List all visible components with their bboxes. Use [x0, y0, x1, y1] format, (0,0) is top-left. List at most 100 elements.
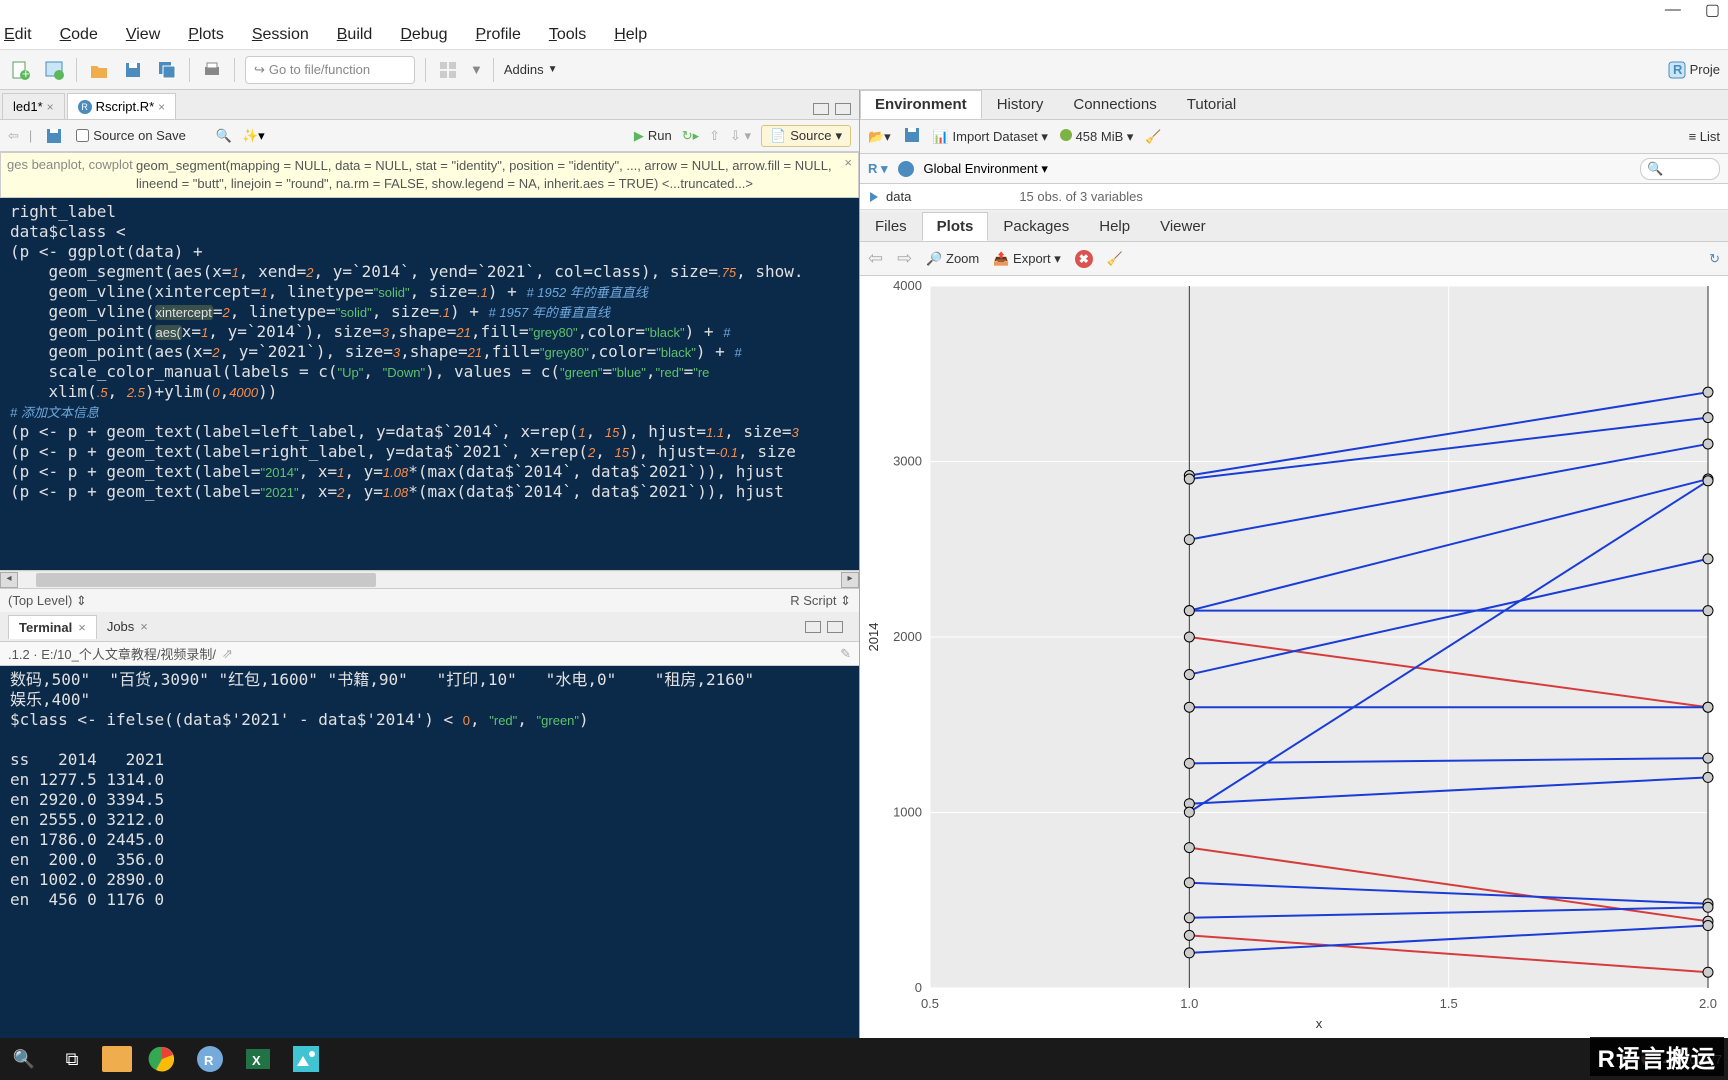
source-button[interactable]: 📄 Source ▾	[761, 125, 851, 147]
prev-plot-icon[interactable]: ⇦	[868, 248, 883, 269]
menu-debug[interactable]: Debug	[400, 26, 447, 44]
dropdown-icon[interactable]: ▼	[470, 62, 483, 77]
menu-tools[interactable]: Tools	[549, 26, 586, 44]
code-editor[interactable]: right_label data$class < (p <- ggplot(da…	[0, 198, 859, 570]
scroll-thumb[interactable]	[36, 573, 376, 587]
tab-history[interactable]: History	[982, 90, 1059, 119]
run-button[interactable]: ▶ Run	[634, 128, 672, 144]
refresh-icon[interactable]: ↻	[1709, 251, 1720, 267]
source-on-save-checkbox[interactable]: Source on Save	[76, 128, 186, 143]
expand-icon[interactable]	[870, 192, 878, 202]
minimize-button[interactable]: —	[1665, 1, 1681, 19]
menu-view[interactable]: View	[126, 26, 160, 44]
tab-jobs[interactable]: Jobs ×	[97, 615, 158, 638]
filetype-label[interactable]: R Script ⇕	[790, 593, 851, 609]
project-menu[interactable]: R Proje	[1668, 61, 1720, 79]
chrome-icon[interactable]	[144, 1041, 180, 1077]
load-icon[interactable]: 📂▾	[868, 129, 891, 145]
broom-icon[interactable]: 🧹	[1107, 251, 1123, 267]
open-icon[interactable]	[87, 58, 111, 82]
new-file-icon[interactable]: +	[8, 58, 32, 82]
photos-icon[interactable]	[288, 1041, 324, 1077]
forward-icon[interactable]: |	[29, 128, 32, 143]
rerun-icon[interactable]: ↻▸	[682, 128, 699, 144]
grid-icon[interactable]	[436, 58, 460, 82]
scroll-left-icon[interactable]: ◂	[0, 572, 18, 588]
next-plot-icon[interactable]: ⇨	[897, 248, 912, 269]
zoom-button[interactable]: 🔎 Zoom	[926, 251, 979, 267]
search-icon[interactable]: 🔍	[6, 1041, 42, 1077]
tab-help[interactable]: Help	[1084, 212, 1145, 241]
menu-session[interactable]: Session	[252, 26, 309, 44]
scope-label[interactable]: (Top Level) ⇕	[8, 593, 87, 609]
close-icon[interactable]: ×	[47, 100, 54, 114]
r-logo-icon[interactable]: R ▾	[868, 161, 888, 177]
back-icon[interactable]: ⇦	[8, 128, 19, 144]
broom-icon[interactable]: 🧹	[1145, 129, 1161, 145]
tab-terminal[interactable]: Terminal ×	[8, 615, 97, 639]
down-icon[interactable]: ⇩ ▾	[730, 128, 751, 144]
export-button[interactable]: 📤 Export ▾	[993, 251, 1061, 267]
svg-text:2000: 2000	[893, 629, 922, 644]
goto-file-input[interactable]: ↪ Go to file/function	[245, 56, 415, 84]
file-explorer-icon[interactable]	[102, 1046, 132, 1072]
menu-profile[interactable]: Profile	[475, 26, 520, 44]
find-icon[interactable]: 🔍	[216, 128, 232, 144]
tab-connections[interactable]: Connections	[1058, 90, 1171, 119]
svg-text:x: x	[1316, 1016, 1323, 1031]
svg-text:X: X	[252, 1053, 261, 1068]
menu-help[interactable]: Help	[614, 26, 647, 44]
task-view-icon[interactable]: ⧉	[54, 1041, 90, 1077]
env-search-input[interactable]: 🔍	[1640, 158, 1720, 180]
close-icon[interactable]: ×	[844, 155, 852, 170]
minimize-pane-icon[interactable]	[813, 103, 829, 115]
new-project-icon[interactable]	[42, 58, 66, 82]
tab-led1[interactable]: led1* ×	[2, 93, 65, 119]
scroll-right-icon[interactable]: ▸	[841, 572, 859, 588]
editor-toolbar: ⇦ | Source on Save 🔍 ✨▾ ▶ Run ↻▸ ⇧ ⇩ ▾ 📄…	[0, 120, 859, 152]
print-icon[interactable]	[200, 58, 224, 82]
tab-tutorial[interactable]: Tutorial	[1172, 90, 1251, 119]
separator	[493, 58, 494, 82]
console-output[interactable]: 数码,500" "百货,3090" "红包,1600" "书籍,90" "打印,…	[0, 666, 859, 1038]
addins-menu[interactable]: Addins ▼	[504, 62, 558, 77]
goto-placeholder: Go to file/function	[269, 62, 370, 77]
list-view-button[interactable]: ≡ List	[1689, 129, 1720, 144]
remove-plot-icon[interactable]: ✖	[1075, 250, 1093, 268]
watermark-overlay: R语言搬运	[1590, 1037, 1724, 1076]
save-icon[interactable]	[121, 58, 145, 82]
clear-icon[interactable]: ✎	[840, 646, 851, 662]
close-icon[interactable]: ×	[158, 100, 165, 114]
excel-icon[interactable]: X	[240, 1041, 276, 1077]
tab-packages[interactable]: Packages	[988, 212, 1084, 241]
scope-selector[interactable]: Global Environment ▾	[924, 161, 1048, 177]
menu-build[interactable]: Build	[337, 26, 373, 44]
wand-icon[interactable]: ✨▾	[242, 128, 265, 144]
save-all-icon[interactable]	[155, 58, 179, 82]
memory-indicator[interactable]: 458 MiB ▾	[1060, 129, 1133, 145]
maximize-button[interactable]: ▢	[1705, 0, 1720, 20]
maximize-pane-icon[interactable]	[827, 621, 843, 633]
popout-icon[interactable]: ⇗	[222, 646, 233, 662]
rstudio-icon[interactable]: R	[192, 1041, 228, 1077]
scroll-track[interactable]	[18, 572, 841, 588]
save-icon[interactable]	[903, 126, 921, 147]
editor-horizontal-scrollbar[interactable]: ◂ ▸	[0, 570, 859, 588]
save-icon[interactable]	[42, 124, 66, 148]
separator	[234, 58, 235, 82]
tab-plots[interactable]: Plots	[922, 212, 989, 241]
import-dataset-button[interactable]: 📊 Import Dataset ▾	[933, 129, 1048, 145]
menu-edit[interactable]: Edit	[4, 26, 32, 44]
env-object-name: data	[886, 189, 911, 204]
tab-files[interactable]: Files	[860, 212, 922, 241]
menu-code[interactable]: Code	[60, 26, 98, 44]
up-icon[interactable]: ⇧	[709, 128, 720, 144]
menu-plots[interactable]: Plots	[188, 26, 224, 44]
tab-environment[interactable]: Environment	[860, 90, 982, 119]
tab-rscript[interactable]: R Rscript.R* ×	[67, 93, 177, 119]
console-path: .1.2 · E:/10_个人文章教程/视频录制/ ⇗ ✎	[0, 642, 859, 666]
tab-viewer[interactable]: Viewer	[1145, 212, 1221, 241]
minimize-pane-icon[interactable]	[805, 621, 821, 633]
env-data-row[interactable]: data 15 obs. of 3 variables	[860, 184, 1728, 210]
maximize-pane-icon[interactable]	[835, 103, 851, 115]
